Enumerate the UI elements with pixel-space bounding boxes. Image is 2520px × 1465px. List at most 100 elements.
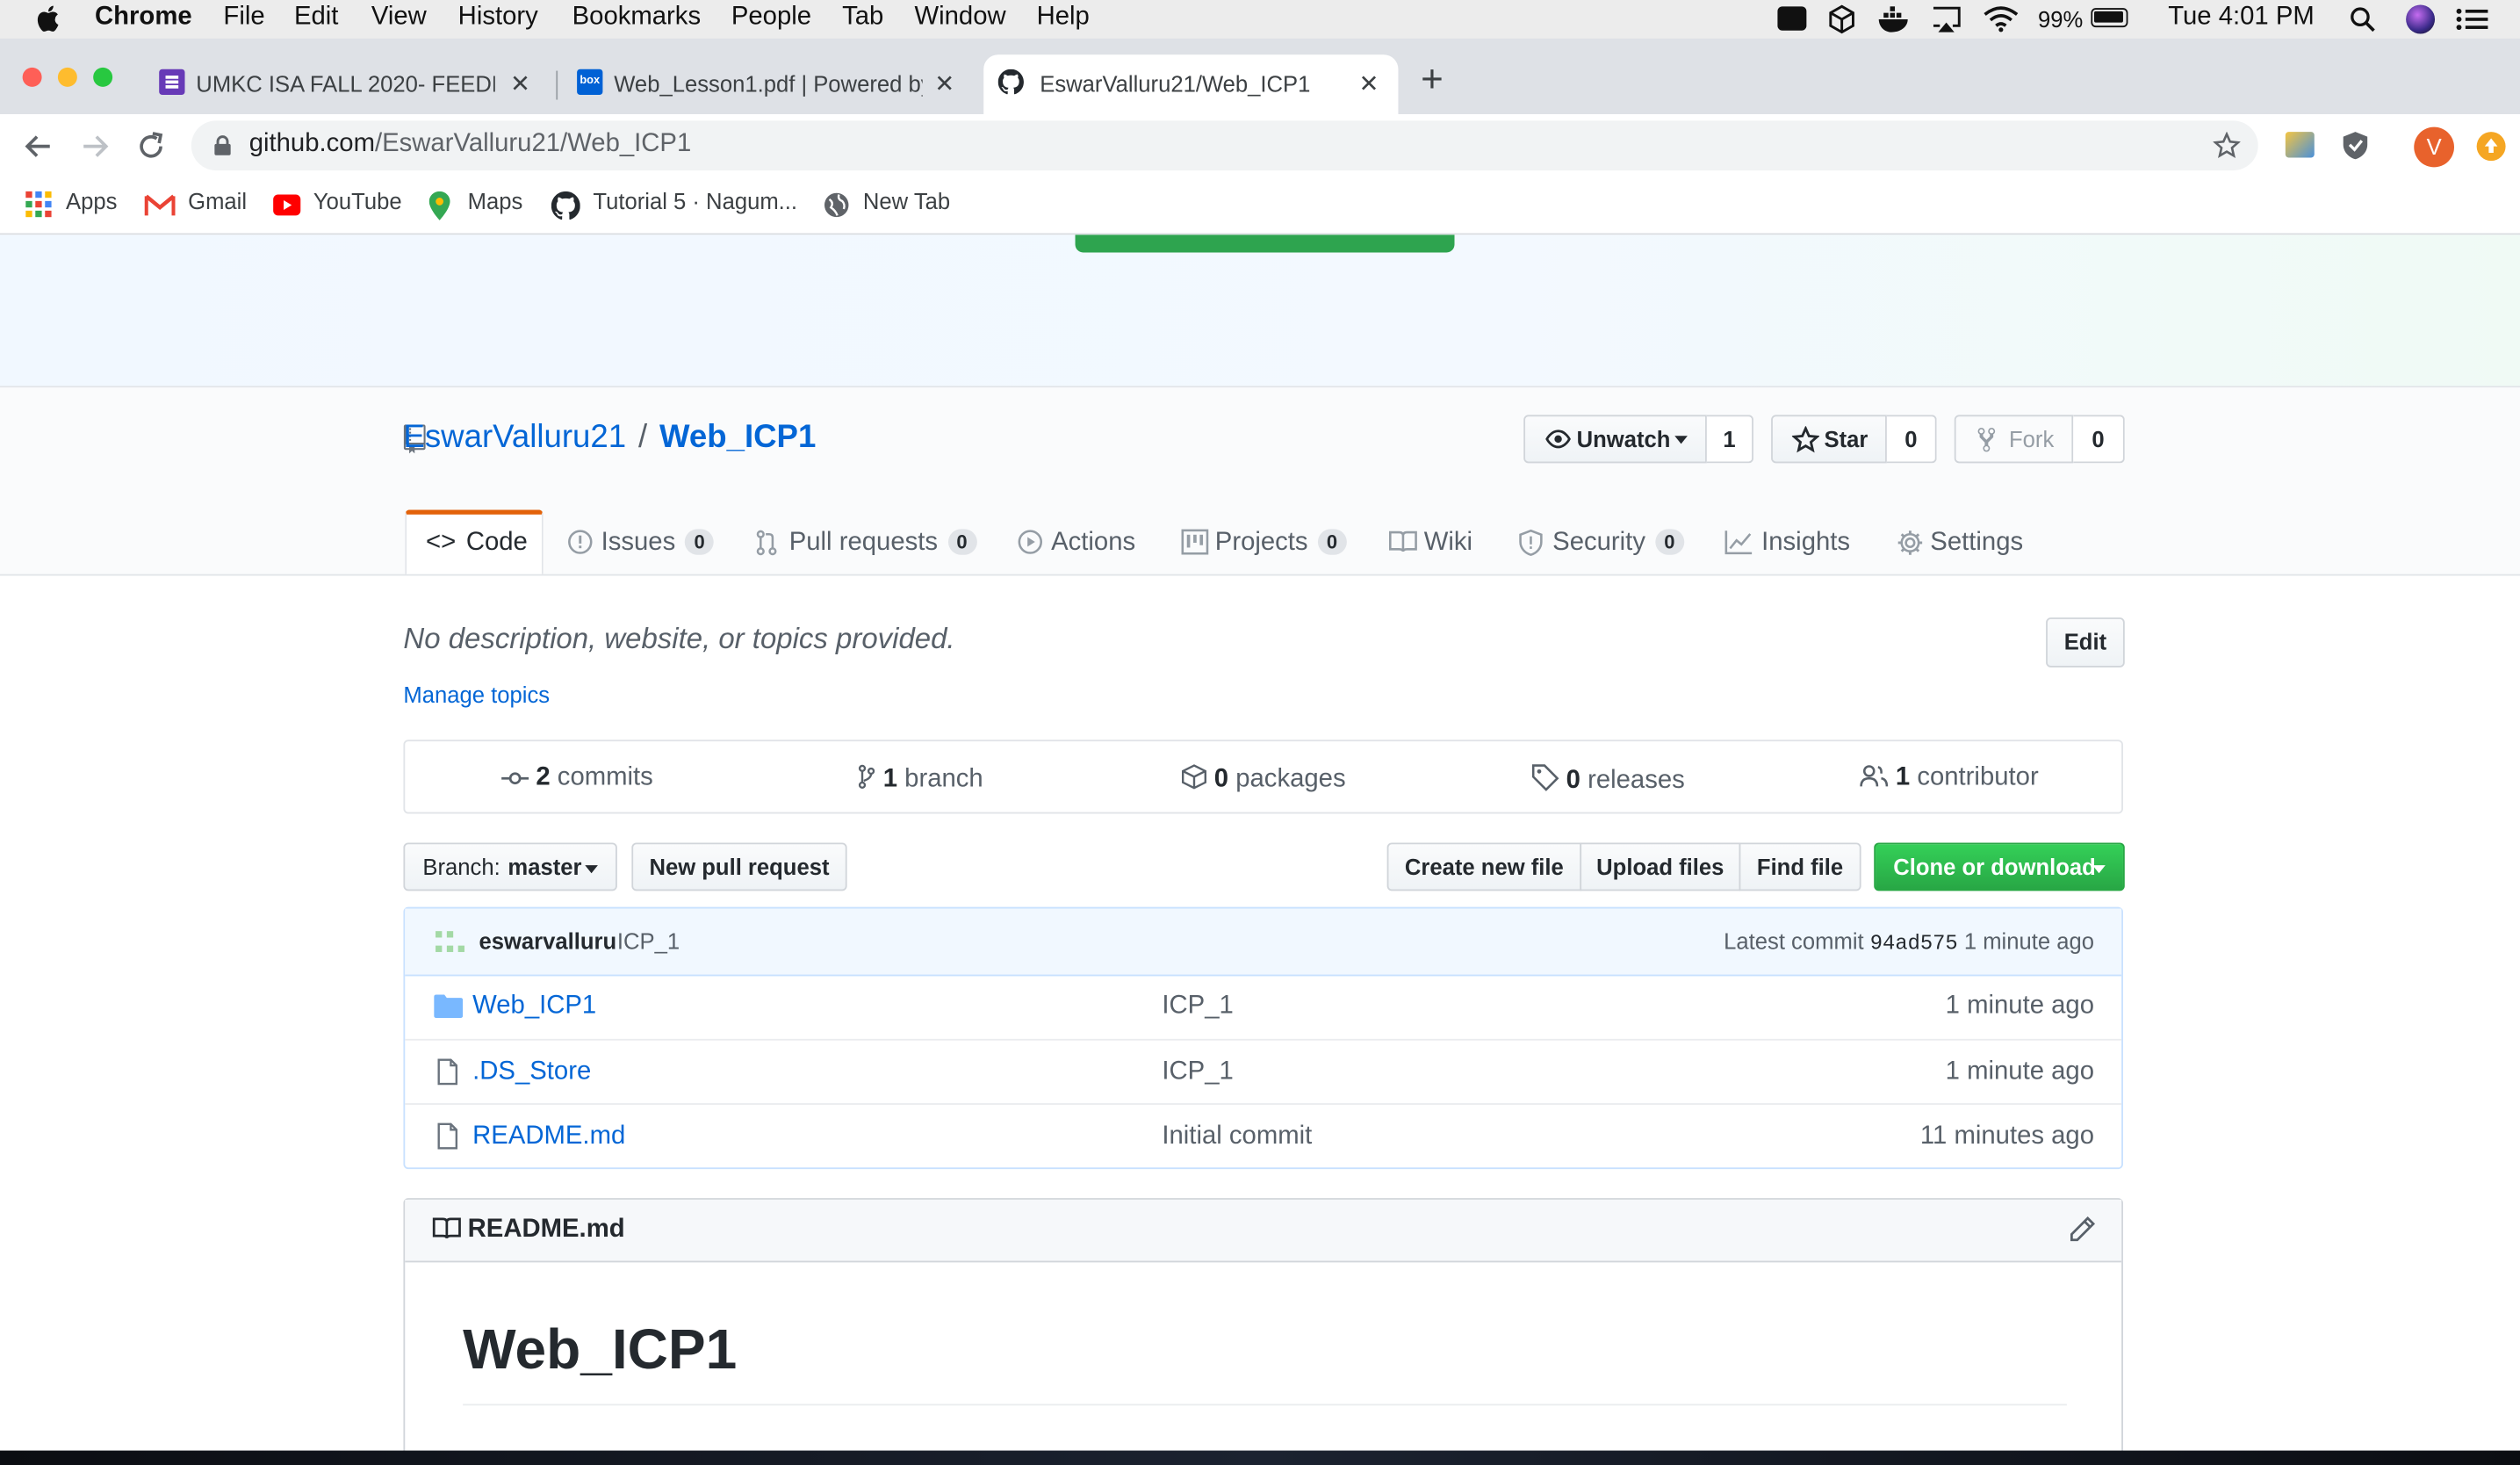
commit-sha-link[interactable]: 94ad575 (1870, 931, 1958, 955)
box-sync-icon[interactable] (1827, 4, 1856, 34)
tab-settings[interactable]: Settings (1897, 509, 2034, 574)
browser-tab[interactable]: UMKC ISA FALL 2020- FEEDBA ✕ (148, 54, 550, 114)
author-avatar[interactable] (434, 926, 466, 959)
bookmark-gmail[interactable]: Gmail (188, 188, 247, 213)
tab-issues[interactable]: Issues 0 (565, 509, 718, 574)
update-arrow-icon[interactable] (2476, 132, 2506, 162)
pencil-icon[interactable] (2069, 1216, 2096, 1243)
browser-tab-active[interactable]: EswarValluru21/Web_ICP1 ✕ (983, 54, 1399, 115)
menu-edit[interactable]: Edit (294, 4, 338, 32)
menu-view[interactable]: View (371, 4, 427, 32)
screen: Chrome File Edit View History Bookmarks … (0, 0, 2520, 1465)
spotlight-search-icon[interactable] (2350, 6, 2375, 32)
menu-people[interactable]: People (731, 4, 811, 32)
url-text[interactable]: github.com/EswarValluru21/Web_ICP1 (249, 130, 692, 159)
clock[interactable]: Tue 4:01 PM (2168, 4, 2315, 32)
airplay-icon[interactable] (1930, 4, 1962, 33)
file-row[interactable]: Web_ICP1 ICP_1 1 minute ago (405, 975, 2121, 1039)
extension-photo-icon[interactable] (2285, 132, 2315, 158)
star-count[interactable]: 0 (1886, 415, 1937, 464)
fork-button[interactable]: Fork (1954, 415, 2074, 464)
github-icon[interactable] (551, 191, 580, 220)
tab-close-icon[interactable]: ✕ (934, 69, 954, 98)
commit-author-link[interactable]: eswarvalluru (479, 927, 616, 953)
menu-history[interactable]: History (458, 4, 538, 32)
bookmark-apps[interactable]: Apps (66, 188, 117, 213)
wifi-icon[interactable] (1984, 4, 2019, 32)
gmail-icon[interactable] (144, 194, 176, 218)
bookmark-new-tab[interactable]: New Tab (863, 188, 950, 213)
tab-projects[interactable]: Projects 0 (1180, 509, 1350, 574)
upload-files-button[interactable]: Upload files (1580, 842, 1741, 891)
banner-signup-button[interactable] (1075, 235, 1455, 253)
window-minimize-button[interactable] (57, 67, 77, 87)
file-row[interactable]: README.md Initial commit 11 minutes ago (405, 1103, 2122, 1169)
globe-icon[interactable] (823, 191, 850, 219)
edit-description-button[interactable]: Edit (2046, 617, 2125, 668)
menu-bookmarks[interactable]: Bookmarks (572, 4, 701, 32)
file-name-link[interactable]: .DS_Store (472, 1058, 591, 1087)
repo-owner-link[interactable]: EswarValluru21 (403, 420, 626, 455)
tab-code[interactable]: <> Code (405, 509, 544, 574)
branches-link[interactable]: 1 branch (857, 764, 983, 795)
bookmark-tutorial[interactable]: Tutorial 5 · Nagum... (593, 188, 797, 213)
tab-close-icon[interactable]: ✕ (510, 69, 530, 98)
zoom-icon[interactable] (1777, 6, 1807, 31)
bookmark-maps[interactable]: Maps (468, 188, 523, 213)
releases-link[interactable]: 0 releases (1531, 764, 1685, 797)
browser-tab[interactable]: box Web_Lesson1.pdf | Powered by ✕ (565, 54, 974, 114)
tab-security[interactable]: Security 0 (1517, 509, 1688, 574)
maps-pin-icon[interactable] (428, 191, 450, 220)
window-close-button[interactable] (22, 67, 42, 87)
commit-message-link[interactable]: ICP_1 (617, 927, 680, 953)
menu-tab[interactable]: Tab (842, 4, 883, 32)
file-name-link[interactable]: README.md (472, 1122, 625, 1151)
lock-icon[interactable] (213, 135, 231, 156)
clone-or-download-button[interactable]: Clone or download (1874, 842, 2125, 891)
docker-icon[interactable] (1877, 4, 1912, 33)
watch-count[interactable]: 1 (1706, 415, 1753, 464)
file-row[interactable]: .DS_Store ICP_1 1 minute ago (405, 1038, 2122, 1105)
new-pull-request-button[interactable]: New pull request (631, 842, 847, 891)
forward-arrow-icon[interactable] (81, 132, 110, 161)
bookmark-star-icon[interactable] (2213, 132, 2241, 159)
menu-window[interactable]: Window (914, 4, 1005, 32)
contributors-link[interactable]: 1 contributor (1860, 764, 2039, 793)
branch-select-menu[interactable]: Branch: master (403, 842, 617, 891)
address-bar[interactable]: github.com/EswarValluru21/Web_ICP1 (191, 120, 2258, 171)
siri-icon[interactable] (2406, 4, 2436, 34)
notification-center-icon[interactable] (2456, 6, 2488, 32)
tab-pull-requests[interactable]: Pull requests 0 (753, 509, 986, 574)
apps-grid-icon[interactable] (24, 190, 53, 219)
file-commit-message-link[interactable]: ICP_1 (1162, 992, 1233, 1021)
apple-icon[interactable] (35, 4, 59, 32)
repo-name-link[interactable]: Web_ICP1 (659, 420, 816, 455)
fork-count[interactable]: 0 (2073, 415, 2125, 464)
commits-link[interactable]: 2 commits (501, 764, 653, 793)
back-arrow-icon[interactable] (24, 132, 53, 161)
shield-extension-icon[interactable] (2342, 130, 2369, 161)
tab-wiki[interactable]: Wiki (1388, 509, 1479, 574)
file-commit-message-link[interactable]: ICP_1 (1162, 1058, 1233, 1087)
battery-icon[interactable] (2091, 8, 2128, 28)
reload-icon[interactable] (137, 132, 166, 161)
window-zoom-button[interactable] (93, 67, 113, 87)
new-tab-plus-icon[interactable]: + (1421, 61, 1444, 100)
file-commit-message-link[interactable]: Initial commit (1162, 1122, 1312, 1151)
star-button[interactable]: Star (1771, 415, 1887, 464)
menu-help[interactable]: Help (1037, 4, 1090, 32)
tab-insights[interactable]: Insights (1724, 509, 1862, 574)
packages-link[interactable]: 0 packages (1181, 764, 1346, 795)
create-new-file-button[interactable]: Create new file (1386, 842, 1582, 891)
tab-actions[interactable]: Actions (1016, 509, 1148, 574)
menu-app-name[interactable]: Chrome (95, 4, 192, 32)
find-file-button[interactable]: Find file (1739, 842, 1861, 891)
youtube-icon[interactable] (273, 194, 301, 216)
profile-avatar[interactable]: V (2414, 126, 2455, 168)
tab-close-icon[interactable]: ✕ (1358, 69, 1379, 98)
menu-file[interactable]: File (223, 4, 264, 32)
file-name-link[interactable]: Web_ICP1 (472, 992, 596, 1021)
bookmark-youtube[interactable]: YouTube (313, 188, 402, 213)
unwatch-button[interactable]: Unwatch (1523, 415, 1707, 464)
manage-topics-link[interactable]: Manage topics (403, 682, 550, 707)
